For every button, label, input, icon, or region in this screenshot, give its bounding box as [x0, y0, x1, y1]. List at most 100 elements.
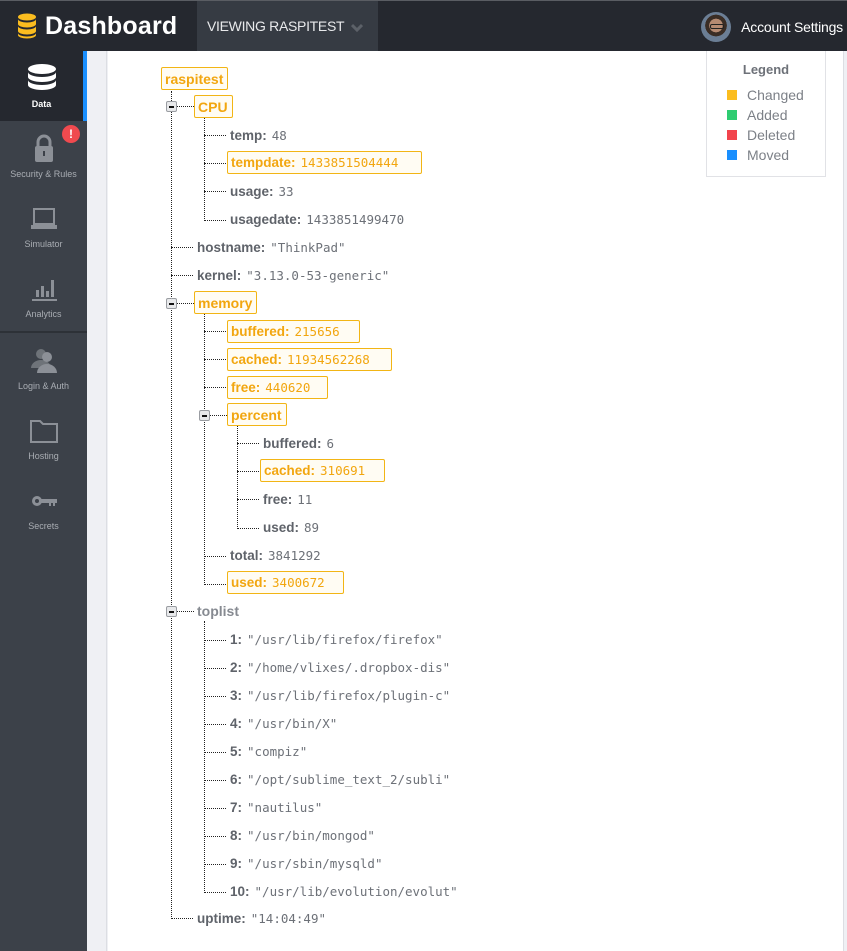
node-key: 6: — [230, 771, 243, 787]
node-value: 48 — [271, 127, 287, 143]
scrollbar-track[interactable] — [843, 51, 847, 951]
project-selector[interactable]: VIEWING RASPITEST — [197, 1, 378, 51]
folder-icon — [29, 420, 58, 443]
collapse-toggle-toplist[interactable] — [166, 606, 177, 617]
tree-node-toplist-item[interactable]: 1: "/usr/lib/firefox/firefox" — [230, 628, 443, 650]
tree-node-percent-buffered[interactable]: buffered: 6 — [263, 432, 334, 454]
node-value: 33 — [278, 183, 294, 199]
account-settings-button[interactable]: Account Settings — [701, 11, 843, 43]
node-key: buffered: — [263, 435, 322, 451]
sidebar-item-security-rules[interactable]: ! Security & Rules — [0, 121, 87, 191]
tree-node-uptime[interactable]: uptime: "14:04:49" — [197, 907, 326, 929]
collapse-toggle-percent[interactable] — [199, 410, 210, 421]
node-key: total: — [230, 547, 263, 563]
dashboard-logo[interactable]: Dashboard — [17, 11, 177, 41]
node-key: free: — [231, 380, 261, 395]
node-key: 2: — [230, 659, 243, 675]
node-key: CPU — [198, 98, 228, 115]
node-key: used: — [231, 575, 268, 590]
tree-connector — [176, 303, 194, 304]
node-key: tempdate: — [231, 155, 296, 170]
sidebar-item-login-auth[interactable]: Login & Auth — [0, 333, 87, 403]
tree-node-hostname[interactable]: hostname: "ThinkPad" — [197, 236, 346, 258]
node-value: 11934562268 — [287, 352, 370, 367]
tree-node-toplist[interactable]: toplist — [197, 600, 239, 622]
tree-node-memory-used[interactable]: used: 3400672 — [227, 571, 344, 594]
tree-node-toplist-item[interactable]: 7: "nautilus" — [230, 796, 322, 818]
sidebar-item-label: Login & Auth — [17, 381, 70, 391]
tree-node-memory-percent[interactable]: percent — [227, 403, 287, 426]
tree-connector — [209, 415, 227, 416]
tree-node-percent-cached[interactable]: cached: 310691 — [260, 459, 385, 482]
sidebar-item-simulator[interactable]: Simulator — [0, 191, 87, 261]
node-value: 11 — [297, 491, 313, 507]
tree-node-toplist-item[interactable]: 4: "/usr/bin/X" — [230, 712, 337, 734]
lock-icon — [34, 134, 53, 162]
tree-node-memory-cached[interactable]: cached: 11934562268 — [227, 348, 392, 371]
alert-badge: ! — [62, 125, 80, 143]
node-value: "/usr/sbin/mysqld" — [247, 855, 383, 871]
legend-swatch — [727, 90, 737, 100]
tree-node-memory[interactable]: memory — [194, 291, 258, 314]
tree-node-toplist-item[interactable]: 5: "compiz" — [230, 740, 307, 762]
tree-connector — [204, 696, 226, 697]
tree-node-toplist-item[interactable]: 2: "/home/vlixes/.dropbox-dis" — [230, 656, 450, 678]
tree-node-cpu-temp[interactable]: temp: 48 — [230, 124, 287, 146]
tree-node-toplist-item[interactable]: 8: "/usr/bin/mongod" — [230, 824, 375, 846]
tree-connector — [204, 892, 226, 893]
tree-node-percent-used[interactable]: used: 89 — [263, 516, 319, 538]
sidebar-item-secrets[interactable]: Secrets — [0, 473, 87, 543]
legend-item-changed: Changed — [707, 85, 825, 105]
collapse-toggle-memory[interactable] — [166, 298, 177, 309]
tree-node-cpu-usage[interactable]: usage: 33 — [230, 180, 294, 202]
tree-node-cpu-usagedate[interactable]: usagedate: 1433851499470 — [230, 208, 404, 230]
tree-node-memory-total[interactable]: total: 3841292 — [230, 544, 321, 566]
tree-node-toplist-item[interactable]: 3: "/usr/lib/firefox/plugin-c" — [230, 684, 450, 706]
tree-connector — [171, 918, 193, 919]
tree-connector — [204, 621, 205, 893]
legend-swatch — [727, 110, 737, 120]
tree-node-cpu[interactable]: CPU — [194, 95, 233, 118]
node-value: 310691 — [320, 463, 366, 478]
tree-node-toplist-item[interactable]: 9: "/usr/sbin/mysqld" — [230, 852, 382, 874]
sidebar-item-data[interactable]: Data — [0, 51, 87, 121]
legend-label: Changed — [747, 87, 804, 103]
key-icon — [31, 496, 57, 506]
node-key: 10: — [230, 883, 250, 899]
legend-swatch — [727, 130, 737, 140]
legend: Legend Changed Added Deleted Moved — [706, 51, 826, 177]
tree-node-percent-free[interactable]: free: 11 — [263, 488, 312, 510]
legend-item-added: Added — [707, 105, 825, 125]
tree-node-memory-free[interactable]: free: 440620 — [227, 376, 328, 399]
node-key: 3: — [230, 687, 243, 703]
tree-node-kernel[interactable]: kernel: "3.13.0-53-generic" — [197, 264, 389, 286]
sidebar-item-hosting[interactable]: Hosting — [0, 403, 87, 473]
tree-node-cpu-tempdate[interactable]: tempdate: 1433851504444 — [227, 151, 422, 174]
node-value: "/home/vlixes/.dropbox-dis" — [247, 659, 451, 675]
node-value: 1433851499470 — [306, 211, 405, 227]
node-key: 7: — [230, 799, 243, 815]
tree-connector — [204, 313, 205, 585]
tree-node-memory-buffered[interactable]: buffered: 215656 — [227, 320, 360, 343]
tree-connector — [204, 117, 205, 221]
tree-connector — [204, 808, 226, 809]
tree-connector — [204, 135, 226, 136]
node-key: usage: — [230, 183, 274, 199]
collapse-toggle-cpu[interactable] — [166, 101, 177, 112]
tree-node-toplist-item[interactable]: 10: "/usr/lib/evolution/evolut" — [230, 880, 458, 902]
tree-connector — [204, 752, 226, 753]
sidebar-item-analytics[interactable]: Analytics — [0, 261, 87, 331]
sidebar: Data ! Security & Rules Simulator Analyt… — [0, 51, 87, 951]
avatar — [701, 12, 732, 42]
node-value: 3400672 — [272, 575, 325, 590]
tree-connector — [204, 220, 226, 221]
tree-node-toplist-item[interactable]: 6: "/opt/sublime_text_2/subli" — [230, 768, 450, 790]
node-key: usagedate: — [230, 211, 302, 227]
tree-connector — [204, 556, 226, 557]
sidebar-item-label: Secrets — [28, 521, 59, 531]
tree-connector — [171, 247, 193, 248]
node-value: "/usr/bin/X" — [247, 715, 338, 731]
tree-connector — [237, 471, 259, 472]
node-value: "/usr/lib/firefox/firefox" — [247, 631, 443, 647]
tree-node-root[interactable]: raspitest — [161, 67, 229, 90]
